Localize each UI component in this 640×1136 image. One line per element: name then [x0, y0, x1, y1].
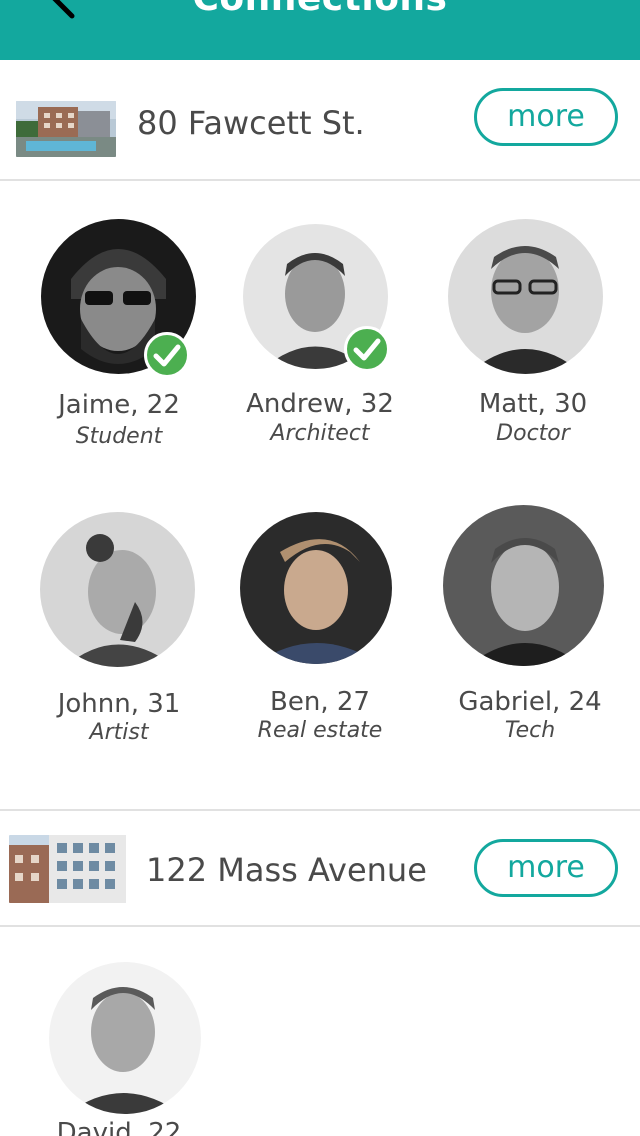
- person-name: Gabriel, 24: [458, 687, 602, 717]
- page-title: Connections: [0, 0, 640, 19]
- person-role: Doctor: [496, 421, 570, 446]
- person-name: David, 22: [56, 1118, 182, 1136]
- building-photo: [16, 101, 116, 157]
- building-header-80-fawcett[interactable]: 80 Fawcett St. more: [0, 60, 640, 180]
- avatar: [443, 505, 604, 666]
- building-photo: [9, 835, 126, 903]
- avatar: [240, 512, 392, 664]
- person-role: Real estate: [257, 718, 383, 743]
- person-role: Tech: [504, 718, 556, 743]
- top-nav-bar: Connections: [0, 0, 640, 60]
- avatar: [448, 219, 603, 374]
- person-name: Jaime, 22: [58, 390, 180, 420]
- person-name: Johnn, 31: [57, 689, 181, 719]
- building-name: 122 Mass Avenue: [146, 851, 427, 889]
- person-role: Architect: [270, 421, 370, 446]
- building-header-122-mass[interactable]: 122 Mass Avenue more: [0, 811, 640, 926]
- more-button[interactable]: more: [474, 88, 618, 146]
- person-name: Matt, 30: [478, 389, 588, 419]
- more-button[interactable]: more: [474, 839, 618, 897]
- person-role: Artist: [89, 720, 149, 745]
- verified-check-icon: [344, 326, 390, 372]
- avatar: [40, 512, 195, 667]
- building-name: 80 Fawcett St.: [137, 104, 365, 142]
- divider: [0, 925, 640, 927]
- avatar: [49, 962, 201, 1114]
- verified-check-icon: [144, 332, 190, 378]
- person-name: Ben, 27: [270, 687, 370, 717]
- person-name: Andrew, 32: [246, 389, 394, 419]
- person-role: Student: [75, 424, 163, 449]
- divider: [0, 179, 640, 181]
